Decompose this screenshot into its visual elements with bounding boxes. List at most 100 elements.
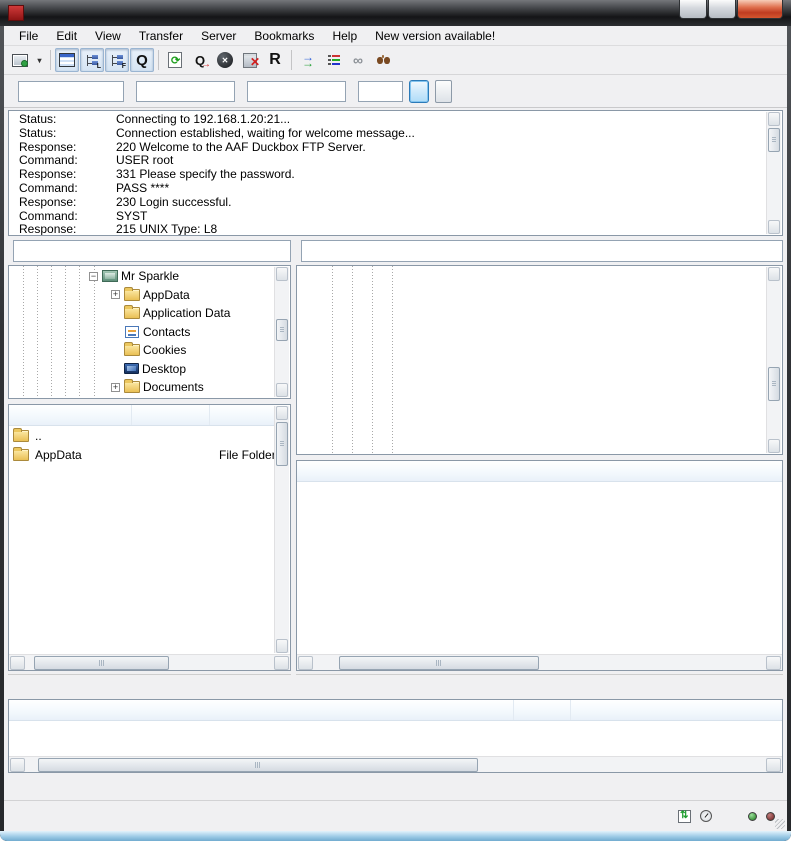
local-tree-scrollbar[interactable] [274,267,289,397]
..-button[interactable]: .. [9,426,275,445]
scroll-down-icon[interactable] [276,383,288,397]
queue-hscrollbar[interactable] [9,756,782,772]
scroll-down-icon[interactable] [768,439,780,453]
scroll-right-icon[interactable] [766,758,781,772]
column-header-direction[interactable] [514,700,571,720]
log-line-text: USER root [116,154,173,168]
remote-site-combo[interactable] [301,240,783,262]
remote-list-hscrollbar[interactable] [297,654,782,670]
scroll-left-icon[interactable] [298,656,313,670]
disconnect-button[interactable] [238,48,262,72]
menu-item[interactable]: File [10,28,47,44]
column-header-filesize[interactable] [132,405,210,425]
compare-directories-button[interactable] [296,48,320,72]
scrollbar-thumb[interactable] [768,367,780,401]
log-scrollbar[interactable] [766,112,781,234]
local-tree-item[interactable]: + AppData [9,286,290,305]
quickconnect-button[interactable] [409,80,429,103]
refresh-button[interactable] [163,48,187,72]
close-button[interactable] [737,0,783,19]
local-tree-item[interactable]: Contacts [9,323,290,342]
scrollbar-thumb[interactable] [38,758,478,772]
site-manager-dropdown-button[interactable]: ▾ [33,48,46,72]
toolbar-separator [50,50,51,70]
cancel-button[interactable] [213,48,237,72]
scroll-left-icon[interactable] [10,656,25,670]
titlebar[interactable] [0,0,791,26]
local-list-scrollbar[interactable] [274,406,289,653]
username-input[interactable] [136,81,235,102]
scroll-up-icon[interactable] [276,406,288,420]
remote-pane [296,240,783,694]
filter-button[interactable] [321,48,345,72]
local-tree-item[interactable]: − Mr Sparkle [9,267,290,286]
local-tree-item[interactable]: Application Data [9,304,290,323]
scroll-right-icon[interactable] [766,656,781,670]
maximize-button[interactable] [708,0,736,19]
scroll-down-icon[interactable] [768,220,780,234]
toggle-local-tree-button[interactable] [80,48,104,72]
tree-expander[interactable]: − [89,272,98,281]
column-header-filename[interactable] [297,461,782,481]
log-line-text: SYST [116,210,147,224]
tree-expander[interactable]: + [111,383,120,392]
log-line-text: 230 Login successful. [116,196,231,210]
contacts-icon [125,326,139,338]
scroll-up-icon[interactable] [276,267,288,281]
menu-item[interactable]: View [86,28,130,44]
column-header-filename[interactable] [9,405,132,425]
host-input[interactable] [18,81,124,102]
scroll-down-icon[interactable] [276,639,288,653]
scroll-up-icon[interactable] [768,267,780,281]
port-input[interactable] [358,81,403,102]
menu-item[interactable]: New version available! [366,28,504,44]
log-line-text: 331 Please specify the password. [116,168,295,182]
column-header-filetype[interactable] [210,405,275,425]
site-manager-button[interactable] [8,48,32,72]
scrollbar-thumb[interactable] [34,656,169,670]
menu-item[interactable]: Transfer [130,28,192,44]
menu-item[interactable]: Edit [47,28,86,44]
password-input[interactable] [247,81,346,102]
queue-body[interactable] [9,721,782,756]
local-site-combo[interactable] [13,240,291,262]
menu-item[interactable]: Help [323,28,366,44]
scrollbar-thumb[interactable] [276,319,288,341]
file-name: AppData [35,448,82,462]
local-tree-item[interactable]: + Documents [9,378,290,397]
scroll-right-icon[interactable] [274,656,289,670]
minimize-button[interactable] [679,0,707,19]
scroll-left-icon[interactable] [10,758,25,772]
tree-expander[interactable]: + [111,290,120,299]
synchronized-browsing-button[interactable]: ∞ [346,48,370,72]
tree-item-label: AppData [140,287,193,303]
file-type: File Folder [213,448,275,462]
scrollbar-thumb[interactable] [768,128,780,152]
menu-item[interactable]: Server [192,28,245,44]
tree-item-label: Contacts [140,324,193,340]
column-header-remote-file[interactable] [571,700,782,720]
local-tree-item[interactable]: Desktop [9,360,290,379]
column-header-local-file[interactable] [9,700,514,720]
quickconnect-dropdown-button[interactable] [435,80,452,103]
local-tree-item[interactable]: Cookies [9,341,290,360]
speed-limits-icon[interactable] [700,810,712,822]
toggle-remote-tree-button[interactable] [105,48,129,72]
menu-item[interactable]: Bookmarks [245,28,323,44]
toggle-queue-button[interactable]: Q [130,48,154,72]
remote-tree-scrollbar[interactable] [766,267,781,453]
scroll-up-icon[interactable] [768,112,780,126]
queue-tabs [4,775,787,800]
scrollbar-thumb[interactable] [276,422,288,466]
find-files-button[interactable] [371,48,395,72]
reconnect-button[interactable]: R [263,48,287,72]
AppData-button[interactable]: AppData File Folder [9,445,275,464]
log-line-text: 215 UNIX Type: L8 [116,223,217,236]
scrollbar-thumb[interactable] [339,656,539,670]
transfer-status-icon[interactable] [678,810,691,823]
process-queue-button[interactable]: Q [188,48,212,72]
toggle-message-log-button[interactable] [55,48,79,72]
resize-grip[interactable] [775,819,785,829]
local-list-hscrollbar[interactable] [9,654,290,670]
local-tree-item[interactable]: + Downloads [9,397,290,400]
